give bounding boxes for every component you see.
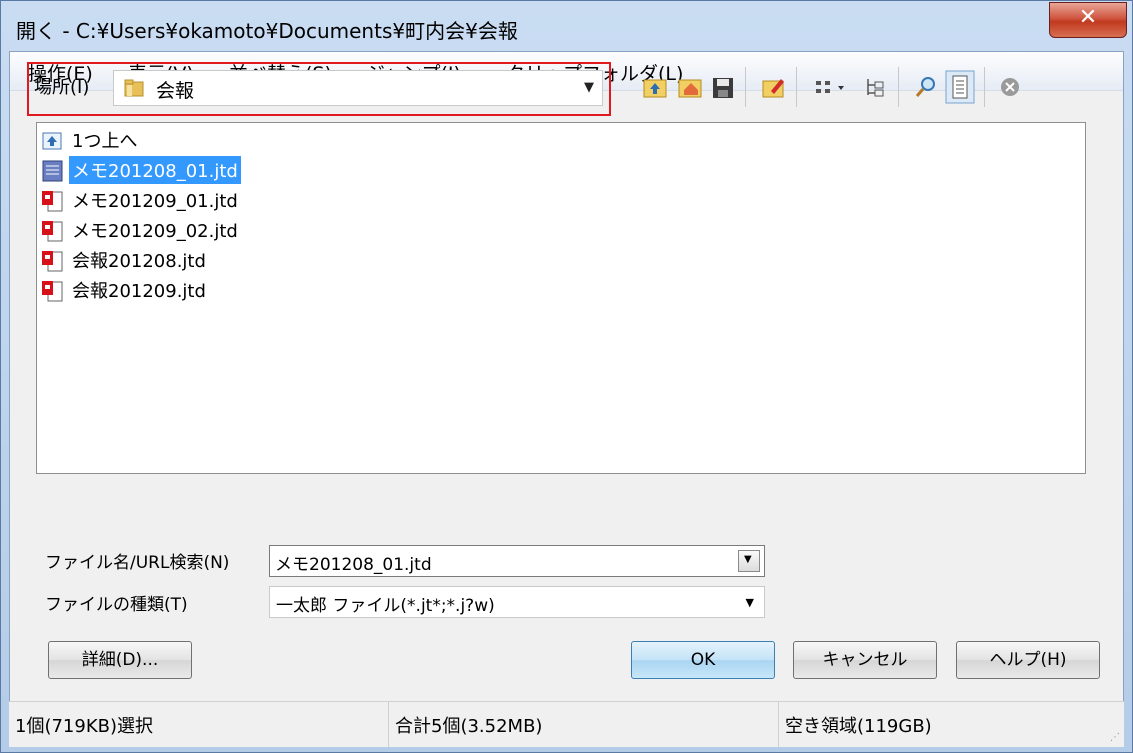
tree-view-icon[interactable] <box>863 73 889 101</box>
jtd-doc-icon <box>42 160 63 182</box>
status-free: 空き領域(119GB) <box>785 716 932 737</box>
open-dialog-window: 開く - C:¥Users¥okamoto¥Documents¥町内会¥会報 ✕… <box>0 0 1133 753</box>
toolbar-separator <box>984 67 985 107</box>
up-folder-icon <box>42 132 62 150</box>
location-combo[interactable]: 会報 ▼ <box>113 70 603 106</box>
status-cell-selection: 1個(719KB)選択 <box>9 702 389 747</box>
search-icon[interactable] <box>913 73 939 101</box>
status-cell-free: 空き領域(119GB) ⋰ <box>779 702 1124 747</box>
toolbar-separator <box>745 67 746 107</box>
resize-grip-icon[interactable]: ⋰ <box>1110 732 1120 743</box>
filename-dropdown-button[interactable]: ▼ <box>738 550 760 572</box>
status-cell-total: 合計5個(3.52MB) <box>389 702 779 747</box>
close-icon: ✕ <box>1078 5 1098 30</box>
up-folder-icon[interactable] <box>642 73 668 101</box>
window-title: 開く - C:¥Users¥okamoto¥Documents¥町内会¥会報 <box>16 19 518 43</box>
details-button[interactable]: 詳細(D)... <box>48 641 192 679</box>
ichitaro-doc-icon <box>42 221 63 242</box>
filetype-label: ファイルの種類(T) <box>45 595 188 615</box>
status-selection: 1個(719KB)選択 <box>15 716 154 737</box>
cancel-button[interactable]: キャンセル <box>793 641 937 679</box>
status-bar: 1個(719KB)選択 合計5個(3.52MB) 空き領域(119GB) ⋰ <box>9 701 1124 747</box>
file-name: メモ201208_01.jtd <box>69 156 241 184</box>
filename-value: メモ201208_01.jtd <box>275 555 432 575</box>
title-bar[interactable]: 開く - C:¥Users¥okamoto¥Documents¥町内会¥会報 ✕ <box>1 1 1132 51</box>
chevron-down-icon[interactable]: ▼ <box>584 80 594 95</box>
preview-icon[interactable] <box>945 70 975 104</box>
view-mode-icon[interactable] <box>813 73 853 101</box>
filetype-value: 一太郎 ファイル(*.jt*;*.j?w) <box>276 596 495 616</box>
ichitaro-doc-icon <box>42 191 63 212</box>
chevron-down-icon: ▼ <box>744 554 752 565</box>
file-list[interactable]: 1つ上へ メモ201208_01.jtd メモ201209_01.jtd メモ2… <box>36 122 1086 474</box>
ichitaro-doc-icon <box>42 281 63 302</box>
file-name: 会報201208.jtd <box>72 251 206 272</box>
location-label: 場所(I) <box>34 77 90 98</box>
close-button[interactable]: ✕ <box>1049 2 1127 38</box>
ok-button[interactable]: OK <box>631 641 775 679</box>
filename-input[interactable]: メモ201208_01.jtd ▼ <box>269 545 765 577</box>
file-name: メモ201209_01.jtd <box>72 191 238 212</box>
save-icon[interactable] <box>710 73 736 101</box>
ichitaro-doc-icon <box>42 251 63 272</box>
clip-folder-icon[interactable] <box>761 73 787 101</box>
filename-label: ファイル名/URL検索(N) <box>45 553 230 573</box>
toolbar-separator <box>796 67 797 107</box>
location-value: 会報 <box>156 80 195 102</box>
toolbar-separator <box>898 67 899 107</box>
status-total: 合計5個(3.52MB) <box>395 716 543 737</box>
chevron-down-icon[interactable]: ▼ <box>746 596 754 609</box>
help-button[interactable]: ヘルプ(H) <box>956 641 1100 679</box>
folder-icon <box>124 79 144 97</box>
file-name: 会報201209.jtd <box>72 281 206 302</box>
stop-icon[interactable] <box>997 73 1023 101</box>
file-name: 1つ上へ <box>72 131 138 152</box>
filetype-select[interactable]: 一太郎 ファイル(*.jt*;*.j?w) ▼ <box>269 586 765 618</box>
file-name: メモ201209_02.jtd <box>72 221 238 242</box>
home-folder-icon[interactable] <box>677 73 703 101</box>
